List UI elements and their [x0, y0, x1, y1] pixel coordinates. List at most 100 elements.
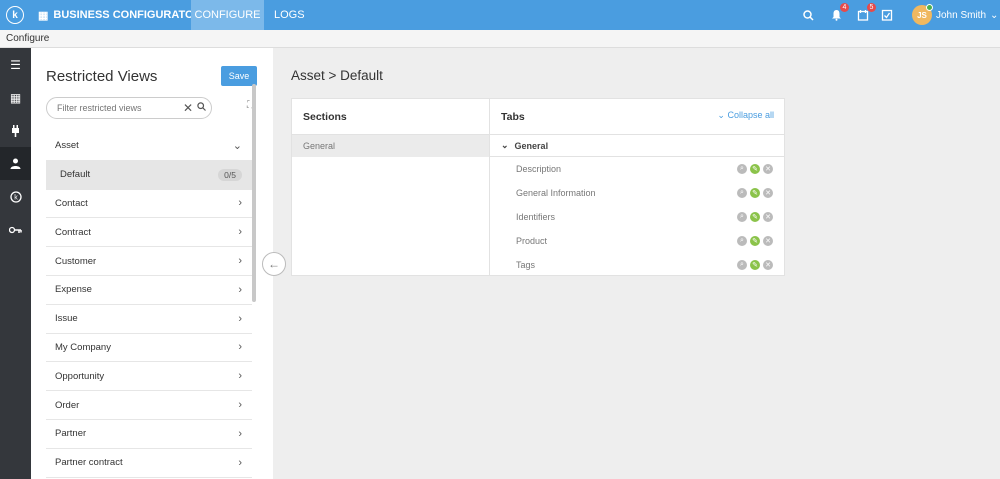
- list-item[interactable]: Customer ›: [46, 247, 252, 276]
- svg-text:k: k: [14, 194, 18, 201]
- view-icon[interactable]: ⌕: [737, 164, 747, 174]
- avatar[interactable]: JS: [912, 4, 933, 25]
- user-icon[interactable]: [0, 147, 31, 180]
- tab-label: Tags: [516, 260, 536, 270]
- nav-configure-label: CONFIGURE: [194, 9, 261, 21]
- edit-icon[interactable]: ✎: [750, 260, 760, 270]
- tab-label: Description: [516, 164, 562, 174]
- search-icon[interactable]: [797, 0, 819, 30]
- list-item-label: Order: [55, 399, 80, 411]
- list-item-label: Issue: [55, 313, 78, 325]
- list-item[interactable]: Contact ›: [46, 190, 252, 219]
- view-icon[interactable]: ⌕: [737, 260, 747, 270]
- list-scrollbar[interactable]: [252, 84, 256, 302]
- clear-search-icon[interactable]: ✕: [183, 101, 193, 115]
- view-icon[interactable]: ⌕: [737, 212, 747, 222]
- chevron-down-icon: ⌄: [990, 9, 999, 21]
- edit-icon[interactable]: ✎: [750, 236, 760, 246]
- notifications-bell-icon[interactable]: 4: [825, 0, 849, 30]
- apps-grid-icon[interactable]: ▦: [0, 81, 31, 114]
- restricted-views-list: Asset ⌄ Default 0/5 Contact › Contract › Custome…: [46, 132, 252, 478]
- tab-row: Identifiers ⌕ ✎ ✕: [490, 205, 784, 229]
- chevron-right-icon: ›: [238, 197, 242, 210]
- list-item[interactable]: Default 0/5: [46, 160, 252, 190]
- save-button[interactable]: Save: [221, 66, 257, 86]
- search-icon: [197, 102, 206, 114]
- tabs-header-label: Tabs: [501, 110, 525, 123]
- list-item[interactable]: Opportunity ›: [46, 362, 252, 392]
- edit-icon[interactable]: ✎: [750, 212, 760, 222]
- list-item-label: Contract: [55, 226, 91, 238]
- plug-icon[interactable]: [0, 114, 31, 147]
- edit-icon[interactable]: ✎: [750, 188, 760, 198]
- tabs-header: Tabs ⌄ Collapse all: [490, 99, 784, 135]
- chevron-right-icon: ›: [238, 399, 242, 412]
- view-icon[interactable]: ⌕: [737, 188, 747, 198]
- section-item-general[interactable]: General: [292, 135, 489, 157]
- checklist-icon[interactable]: [876, 0, 898, 30]
- breadcrumb-configure[interactable]: Configure: [6, 33, 49, 44]
- nav-logs[interactable]: LOGS: [274, 0, 305, 30]
- list-item[interactable]: Order ›: [46, 391, 252, 420]
- chevron-right-icon: ›: [238, 226, 242, 239]
- tab-actions: ⌕ ✎ ✕: [737, 188, 773, 198]
- collapse-panel-button[interactable]: ←: [262, 252, 286, 276]
- count-badge: 0/5: [218, 168, 242, 181]
- chevron-right-icon: ›: [238, 283, 242, 296]
- search-input[interactable]: [57, 103, 177, 113]
- app-name-label: BUSINESS CONFIGURATOR: [53, 9, 202, 21]
- tab-row: Product ⌕ ✎ ✕: [490, 229, 784, 253]
- tab-label: General Information: [516, 188, 596, 198]
- delete-icon[interactable]: ✕: [763, 188, 773, 198]
- list-item-label: Default: [60, 169, 91, 181]
- tab-group-label: General: [514, 140, 549, 151]
- k-logo-icon[interactable]: k: [0, 180, 31, 213]
- tab-rows: Description ⌕ ✎ ✕ General Information ⌕ ✎ ✕ Iden…: [490, 157, 784, 277]
- view-icon[interactable]: ⌕: [737, 236, 747, 246]
- delete-icon[interactable]: ✕: [763, 164, 773, 174]
- user-menu[interactable]: John Smith ⌄: [936, 0, 998, 30]
- list-item[interactable]: Asset ⌄: [46, 132, 252, 161]
- side-rail: ☰ ▦ k: [0, 48, 31, 479]
- list-item-label: Contact: [55, 197, 88, 209]
- chevron-right-icon: ›: [238, 427, 242, 440]
- tabs-column: Tabs ⌄ Collapse all ⌄ General Descriptio…: [490, 99, 784, 275]
- delete-icon[interactable]: ✕: [763, 260, 773, 270]
- collapse-all-link[interactable]: ⌄ Collapse all: [717, 110, 774, 121]
- tab-actions: ⌕ ✎ ✕: [737, 260, 773, 270]
- tab-group-general[interactable]: ⌄ General: [490, 135, 784, 157]
- delete-icon[interactable]: ✕: [763, 236, 773, 246]
- list-item[interactable]: Partner ›: [46, 420, 252, 449]
- page-title: Asset > Default: [291, 68, 383, 83]
- tasks-icon[interactable]: 5: [852, 0, 876, 30]
- sections-column: Sections General: [292, 99, 490, 275]
- list-item[interactable]: Issue ›: [46, 305, 252, 334]
- chevron-right-icon: ›: [238, 312, 242, 325]
- tasks-badge: 5: [867, 3, 876, 12]
- list-item-label: Opportunity: [55, 370, 105, 382]
- app-name[interactable]: ▦ BUSINESS CONFIGURATOR: [38, 0, 202, 30]
- breadcrumb: Configure: [0, 30, 1000, 48]
- online-status-dot: [926, 4, 933, 11]
- list-item[interactable]: Partner contract ›: [46, 449, 252, 478]
- config-card: Sections General Tabs ⌄ Collapse all ⌄ G…: [291, 98, 785, 276]
- search-field: ✕: [46, 97, 212, 119]
- delete-icon[interactable]: ✕: [763, 212, 773, 222]
- tab-row: Tags ⌕ ✎ ✕: [490, 253, 784, 277]
- list-item[interactable]: Expense ›: [46, 276, 252, 305]
- menu-icon[interactable]: ☰: [0, 48, 31, 81]
- chevron-right-icon: ›: [238, 370, 242, 383]
- chevron-down-icon: ⌄: [232, 140, 242, 153]
- logo-glyph: k: [12, 9, 18, 21]
- app-logo[interactable]: k: [6, 6, 24, 24]
- nav-configure[interactable]: CONFIGURE: [191, 0, 264, 30]
- tab-actions: ⌕ ✎ ✕: [737, 236, 773, 246]
- chevron-right-icon: ›: [238, 255, 242, 268]
- list-item[interactable]: My Company ›: [46, 334, 252, 363]
- edit-icon[interactable]: ✎: [750, 164, 760, 174]
- nav-logs-label: LOGS: [274, 9, 305, 21]
- top-bar: k ▦ BUSINESS CONFIGURATOR CONFIGURE LOGS…: [0, 0, 1000, 30]
- key-icon[interactable]: [0, 213, 31, 246]
- user-name: John Smith: [936, 9, 987, 21]
- list-item[interactable]: Contract ›: [46, 218, 252, 248]
